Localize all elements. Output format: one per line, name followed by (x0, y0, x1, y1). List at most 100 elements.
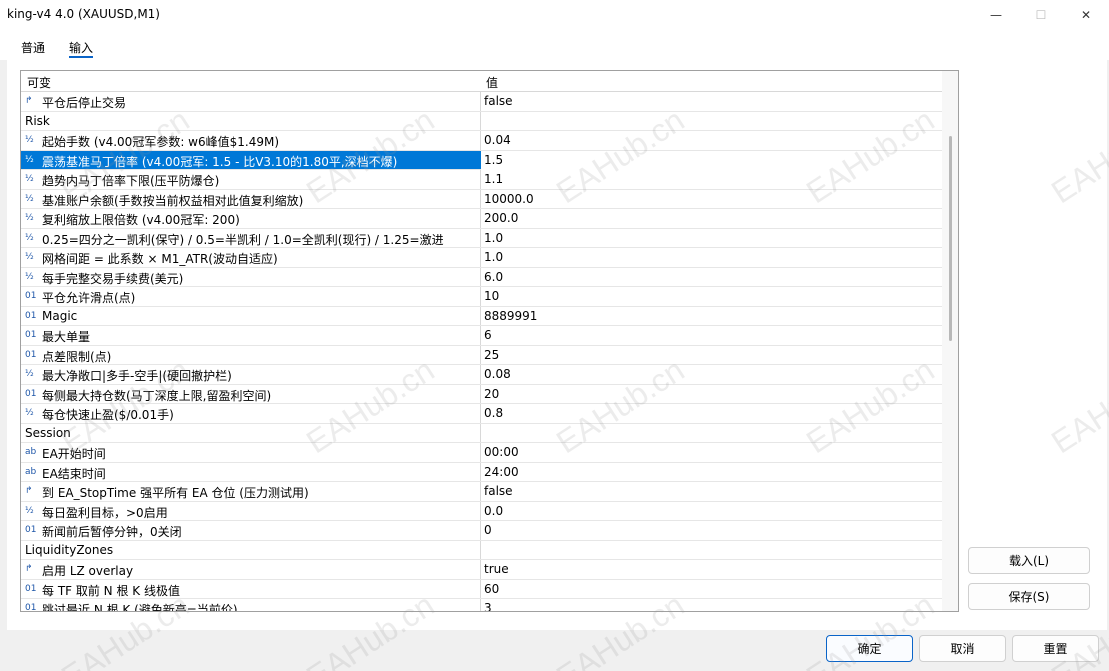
param-value[interactable]: 20 (484, 387, 499, 401)
param-name: 趋势内马丁倍率下限(压平防爆仓) (42, 174, 220, 188)
param-row[interactable]: ½ 每手完整交易手续费(美元) 6.0 (21, 268, 942, 287)
param-row[interactable]: ½ 每仓快速止盈($/0.01手) 0.8 (21, 404, 942, 424)
param-row[interactable]: 01 最大单量 6 (21, 326, 942, 346)
int-type-icon: 01 (25, 310, 37, 321)
param-value[interactable]: 0.8 (484, 406, 503, 420)
param-name: 震荡基准马丁倍率 (v4.00冠军: 1.5 - 比V3.10的1.80平,深档… (42, 154, 398, 169)
param-value[interactable]: 1.5 (481, 150, 942, 170)
param-row[interactable]: ↱ 启用 LZ overlay true (21, 560, 942, 580)
param-value[interactable]: 200.0 (484, 211, 518, 225)
param-value[interactable]: 60 (484, 582, 499, 596)
grid-header: 可变 值 (21, 71, 942, 92)
param-value[interactable]: false (484, 94, 513, 108)
param-value[interactable]: 0.0 (484, 504, 503, 518)
param-value[interactable]: 0 (484, 523, 492, 537)
param-value[interactable]: 00:00 (484, 445, 519, 459)
minimize-button[interactable]: — (973, 0, 1019, 30)
double-type-icon: ½ (25, 232, 34, 243)
save-button[interactable]: 保存(S) (968, 583, 1090, 610)
int-type-icon: 01 (25, 388, 37, 399)
param-row[interactable]: ½ 最大净敞口|多手-空手|(硬回撤护栏) 0.08 (21, 365, 942, 385)
param-value[interactable]: 8889991 (484, 309, 537, 323)
int-type-icon: 01 (25, 583, 37, 594)
param-value[interactable]: 6.0 (484, 270, 503, 284)
param-name: EA结束时间 (42, 466, 106, 481)
ok-button[interactable]: 确定 (826, 635, 913, 662)
param-value[interactable]: 10 (484, 289, 499, 303)
int-type-icon: 01 (25, 349, 37, 360)
param-value[interactable]: 6 (484, 328, 492, 342)
param-row[interactable]: ab EA结束时间 24:00 (21, 463, 942, 482)
param-row[interactable]: ½ 每日盈利目标，>0启用 0.0 (21, 502, 942, 521)
group-row[interactable]: Session (21, 424, 942, 443)
param-row[interactable]: 01 Magic 8889991 (21, 307, 942, 326)
param-row[interactable]: ↱ 平仓后停止交易 false (21, 92, 942, 112)
scrollbar-thumb[interactable] (949, 136, 952, 341)
param-value[interactable]: 1.0 (484, 231, 503, 245)
param-row[interactable]: 01 新闻前后暂停分钟，0关闭 0 (21, 521, 942, 541)
param-value[interactable]: 25 (484, 348, 499, 362)
param-name: 到 EA_StopTime 强平所有 EA 仓位 (压力测试用) (42, 486, 309, 500)
param-value[interactable]: 3 (484, 601, 492, 611)
param-row[interactable]: ½ 震荡基准马丁倍率 (v4.00冠军: 1.5 - 比V3.10的1.80平,深… (21, 150, 942, 170)
param-name: 每日盈利目标，>0启用 (42, 505, 168, 520)
group-row[interactable]: Risk (21, 112, 942, 131)
tab-general[interactable]: 普通 (21, 39, 45, 56)
param-value[interactable]: false (484, 484, 513, 498)
param-row[interactable]: ½ 0.25=四分之一凯利(保守) / 0.5=半凯利 / 1.0=全凯利(现行)… (21, 229, 942, 248)
tab-input[interactable]: 输入 (69, 39, 93, 56)
param-value[interactable]: 0.04 (484, 133, 511, 147)
double-type-icon: ½ (25, 193, 34, 204)
param-row[interactable]: ↱ 到 EA_StopTime 强平所有 EA 仓位 (压力测试用) false (21, 482, 942, 502)
close-button[interactable]: ✕ (1063, 0, 1109, 30)
inputs-grid: 可变 值 ↱ 平仓后停止交易 false Risk ½ 起始手数 (v4.00冠军参数: … (20, 70, 959, 612)
param-row[interactable]: 01 每侧最大持仓数(马丁深度上限,留盈利空间) 20 (21, 385, 942, 404)
vertical-scrollbar[interactable] (942, 71, 958, 611)
group-label: Risk (25, 113, 50, 128)
int-type-icon: 01 (25, 525, 37, 535)
param-row[interactable]: ab EA开始时间 00:00 (21, 443, 942, 463)
param-row[interactable]: ½ 基准账户余额(手数按当前权益相对此值复利缩放) 10000.0 (21, 190, 942, 209)
param-row[interactable]: ½ 复利缩放上限倍数 (v4.00冠军: 200) 200.0 (21, 209, 942, 229)
title-bar: king-v4 4.0 (XAUUSD,M1) — ☐ ✕ (0, 0, 1109, 30)
double-type-icon: ½ (25, 505, 34, 516)
maximize-button[interactable]: ☐ (1018, 0, 1064, 30)
param-row[interactable]: 01 跳过最近 N 根 K (避免新高=当前价) 3 (21, 599, 942, 612)
param-name: 跳过最近 N 根 K (避免新高=当前价) (42, 603, 238, 612)
param-row[interactable]: ½ 起始手数 (v4.00冠军参数: w6峰值$1.49M) 0.04 (21, 131, 942, 151)
load-button[interactable]: 载入(L) (968, 547, 1090, 574)
tab-bar: 普通 输入 (0, 30, 1109, 60)
param-row[interactable]: ½ 趋势内马丁倍率下限(压平防爆仓) 1.1 (21, 170, 942, 190)
param-row[interactable]: 01 点差限制(点) 25 (21, 346, 942, 365)
reset-button[interactable]: 重置 (1012, 635, 1099, 662)
param-value[interactable]: true (484, 562, 509, 576)
grid-rows: ↱ 平仓后停止交易 false Risk ½ 起始手数 (v4.00冠军参数: w6峰值$… (21, 92, 942, 612)
param-row[interactable]: 01 每 TF 取前 N 根 K 线极值 60 (21, 580, 942, 599)
cancel-button[interactable]: 取消 (919, 635, 1006, 662)
param-name: Magic (42, 308, 78, 323)
param-name: 网格间距 = 此系数 × M1_ATR(波动自适应) (42, 252, 278, 266)
param-value[interactable]: 24:00 (484, 465, 519, 479)
header-variable[interactable]: 可变 (27, 74, 51, 91)
double-type-icon: ½ (25, 408, 34, 418)
double-type-icon: ½ (25, 213, 34, 223)
param-row[interactable]: ½ 网格间距 = 此系数 × M1_ATR(波动自适应) 1.0 (21, 248, 942, 268)
header-value[interactable]: 值 (486, 74, 498, 91)
group-label: LiquidityZones (25, 542, 114, 557)
param-value[interactable]: 1.1 (484, 172, 503, 186)
param-value[interactable]: 0.08 (484, 367, 511, 381)
group-row[interactable]: LiquidityZones (21, 541, 942, 560)
param-value[interactable]: 1.0 (484, 250, 503, 264)
param-row[interactable]: 01 平仓允许滑点(点) 10 (21, 287, 942, 307)
int-type-icon: 01 (25, 291, 37, 301)
param-name: 新闻前后暂停分钟，0关闭 (42, 525, 182, 539)
int-type-icon: 01 (25, 330, 37, 340)
bool-type-icon: ↱ (25, 564, 33, 574)
param-name: 基准账户余额(手数按当前权益相对此值复利缩放) (42, 193, 304, 208)
param-name: 每仓快速止盈($/0.01手) (42, 408, 174, 422)
window-title: king-v4 4.0 (XAUUSD,M1) (7, 7, 160, 21)
double-type-icon: ½ (25, 252, 34, 262)
param-value[interactable]: 10000.0 (484, 192, 534, 206)
param-name: 0.25=四分之一凯利(保守) / 0.5=半凯利 / 1.0=全凯利(现行) … (42, 232, 444, 247)
bool-type-icon: ↱ (25, 96, 33, 106)
